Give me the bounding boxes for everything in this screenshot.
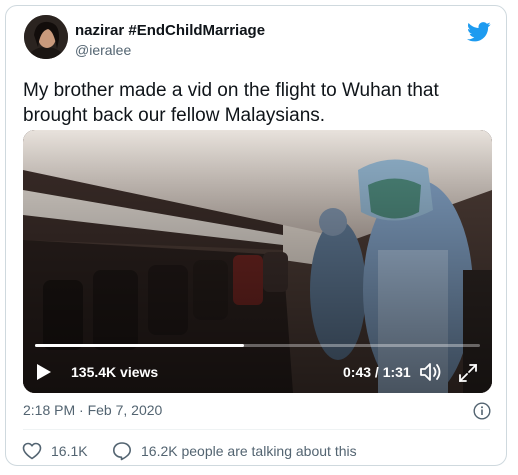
fullscreen-icon[interactable] <box>457 362 479 384</box>
like-count[interactable]: 16.1K <box>51 443 88 459</box>
speech-bubble-icon[interactable] <box>112 441 132 461</box>
video-time: 0:43 / 1:31 <box>343 364 411 380</box>
avatar[interactable] <box>24 15 68 59</box>
talking-about-text[interactable]: 16.2K people are talking about this <box>141 443 357 459</box>
twitter-bird-icon[interactable] <box>467 22 491 42</box>
tweet-card: nazirar #EndChildMarriage @ieralee My br… <box>5 5 507 466</box>
heart-icon[interactable] <box>22 442 42 460</box>
divider <box>23 429 490 430</box>
video-views: 135.4K views <box>71 364 159 380</box>
author-handle[interactable]: @ieralee <box>75 42 131 58</box>
video-progress-fill <box>35 344 245 347</box>
video-progress-bar[interactable] <box>35 344 480 347</box>
tweet-timestamp[interactable]: 2:18 PM · Feb 7, 2020 <box>23 402 162 418</box>
play-icon[interactable] <box>36 363 52 381</box>
tweet-text: My brother made a vid on the flight to W… <box>23 80 439 126</box>
info-icon[interactable] <box>473 402 491 420</box>
author-display-name[interactable]: nazirar #EndChildMarriage <box>75 22 265 39</box>
video-player[interactable]: 135.4K views 0:43 / 1:31 <box>23 130 492 393</box>
volume-icon[interactable] <box>419 361 443 383</box>
video-frame <box>23 130 492 393</box>
